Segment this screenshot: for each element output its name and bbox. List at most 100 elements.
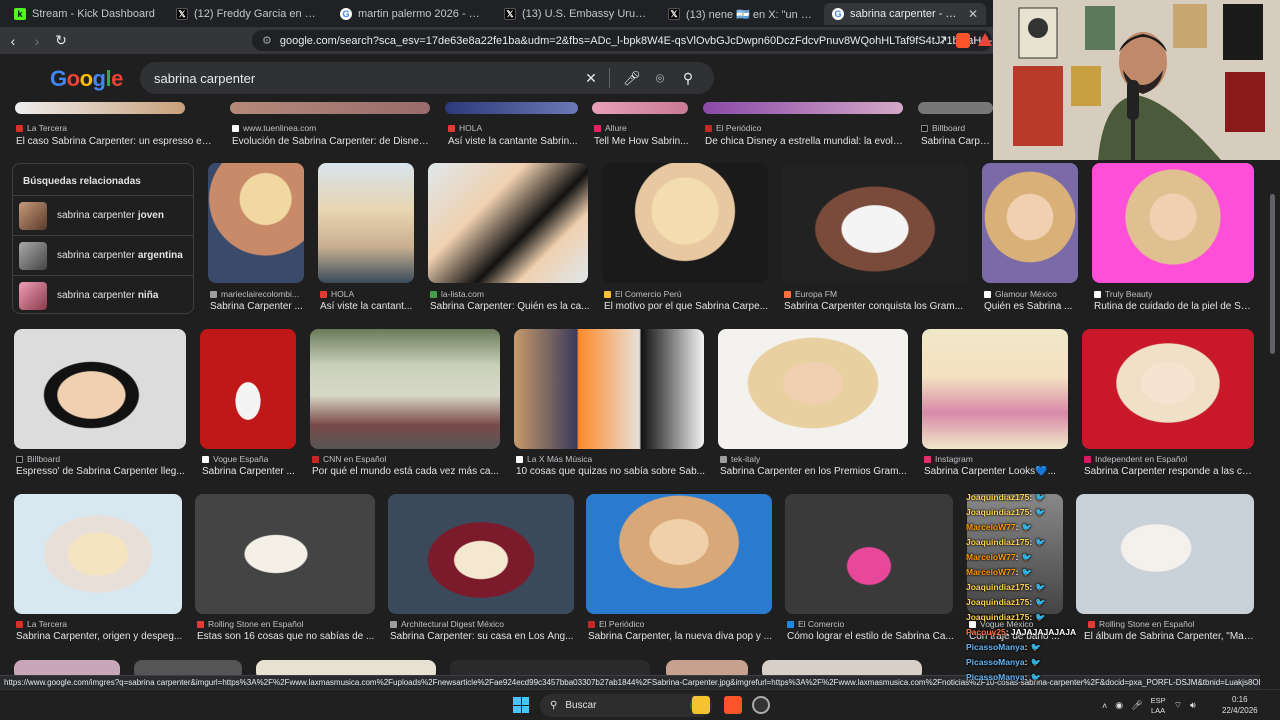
brave-rewards-icon[interactable] — [978, 33, 992, 46]
tab-kick-dashboard[interactable]: k Stream - Kick Dashboard — [6, 3, 164, 25]
result-thumbnail[interactable] — [428, 163, 588, 283]
related-thumbnail — [19, 201, 47, 230]
result-title[interactable]: Estas son 16 cosas que no sabías de ... — [197, 631, 377, 642]
windows-start-button[interactable] — [513, 697, 529, 713]
result-title[interactable]: Evolución de Sabrina Carpenter: de Disne… — [232, 136, 432, 147]
result-title[interactable]: Sabrina Carpenter: su casa en Los Áng... — [390, 631, 576, 642]
result-title[interactable]: Espresso' de Sabrina Carpenter lleg... — [16, 466, 186, 477]
network-icon[interactable]: ◉ — [1115, 700, 1123, 711]
result-thumbnail[interactable] — [208, 163, 304, 283]
result-title[interactable]: Quién es Sabrina ... — [984, 301, 1080, 312]
taskbar-clock[interactable]: 0:16 22/4/2026 — [1222, 694, 1258, 716]
volume-icon[interactable]: 🔊︎ — [1190, 700, 1196, 711]
result-thumbnail[interactable] — [14, 329, 186, 449]
result-thumbnail[interactable] — [785, 494, 953, 614]
result-title[interactable]: El álbum de Sabrina Carpenter, "Man"... — [1084, 631, 1254, 642]
result-thumbnail[interactable] — [703, 102, 903, 114]
language-indicator[interactable]: ESP LAA — [1151, 696, 1166, 716]
result-thumbnail[interactable] — [318, 163, 414, 283]
result-source: HOLA — [459, 123, 483, 133]
share-icon[interactable]: ↗ — [932, 30, 954, 52]
tab-label: sabrina carpenter - Buscar con G — [850, 8, 962, 20]
result-title[interactable]: 10 cosas que quizas no sabía sobre Sab..… — [516, 466, 706, 477]
kick-icon: k — [14, 8, 26, 20]
result-title[interactable]: Así viste la cantante Sabrin... — [448, 136, 580, 147]
result-title[interactable]: Por qué el mundo está cada vez más ca... — [312, 466, 502, 477]
result-thumbnail[interactable] — [310, 329, 500, 449]
reload-button[interactable]: ↻ — [50, 30, 72, 52]
related-item-joven[interactable]: sabrina carpenter joven — [13, 195, 193, 235]
search-input[interactable] — [154, 70, 575, 86]
url-bar[interactable]: ⚙ google.com/search?sca_esv=17de63e8a22f… — [252, 30, 992, 51]
result-thumbnail[interactable] — [1082, 329, 1254, 449]
result-title[interactable]: Tell Me How Sabrin... — [594, 136, 690, 147]
result-title[interactable]: Sabrina Carpenter, origen y despeg... — [16, 631, 184, 642]
result-thumbnail[interactable] — [918, 102, 993, 114]
microphone-icon[interactable]: 🎤︎ — [620, 66, 644, 90]
brave-shield-icon[interactable] — [956, 33, 970, 48]
tab-google-sabrina[interactable]: G sabrina carpenter - Buscar con G ✕ — [824, 3, 986, 25]
result-thumbnail[interactable] — [388, 494, 574, 614]
result-thumbnail[interactable] — [445, 102, 578, 114]
result-title[interactable]: Sabrina Carpenter ... — [202, 466, 298, 477]
result-source: El Periódico — [716, 123, 762, 133]
result-title[interactable]: Sabrina Carpenter conquista los Gram... — [784, 301, 970, 312]
chat-text: : — [1029, 597, 1033, 607]
result-thumbnail[interactable] — [15, 102, 185, 114]
clear-icon[interactable]: ✕ — [579, 66, 603, 90]
page-scrollbar[interactable] — [1270, 194, 1275, 354]
result-thumbnail[interactable] — [718, 329, 908, 449]
result-thumbnail[interactable] — [592, 102, 688, 114]
result-thumbnail[interactable] — [602, 163, 768, 283]
result-thumbnail[interactable] — [922, 329, 1068, 449]
mic-icon[interactable]: 🎤︎ — [1131, 700, 1142, 711]
result-title[interactable]: Sabrina Carpenter en los Premios Gram... — [720, 466, 910, 477]
result-title[interactable]: Sabrina Carpenter responde a las crí... — [1084, 466, 1254, 477]
source-favicon — [232, 124, 239, 132]
clock-time: 0:16 — [1232, 695, 1248, 704]
wifi-icon[interactable]: ⌔ — [1174, 700, 1182, 711]
result-title[interactable]: El caso Sabrina Carpenter: un espresso e… — [16, 136, 216, 147]
result-title[interactable]: Cómo lograr el estilo de Sabrina Ca... — [787, 631, 955, 642]
result-title[interactable]: El motivo por el que Sabrina Carpe... — [604, 301, 770, 312]
search-icon: ⚲ — [550, 700, 558, 711]
result-title[interactable]: Sabrina Carpenter, la nueva diva pop y .… — [588, 631, 774, 642]
result-thumbnail[interactable] — [200, 329, 296, 449]
lens-camera-icon[interactable]: ⌾ — [648, 66, 672, 90]
tab-google-palermo[interactable]: G martin palermo 2026 - Buscar con G — [332, 3, 492, 25]
file-explorer-icon[interactable] — [692, 696, 710, 714]
result-thumbnail[interactable] — [586, 494, 772, 614]
result-thumbnail[interactable] — [514, 329, 704, 449]
close-tab-icon[interactable]: ✕ — [968, 7, 978, 21]
related-item-argentina[interactable]: sabrina carpenter argentina — [13, 235, 193, 275]
google-logo[interactable]: Google — [50, 66, 123, 92]
forward-button[interactable]: › — [26, 30, 48, 52]
result-title[interactable]: Sabrina Carpenter Looks💙... — [924, 466, 1070, 477]
result-title[interactable]: Así viste la cantant... — [320, 301, 416, 312]
result-title[interactable]: Sabrina Carpente... — [921, 136, 993, 147]
chevron-up-icon[interactable]: ˄ — [1102, 701, 1107, 711]
result-title[interactable]: Sabrina Carpenter ... — [210, 301, 306, 312]
obs-icon[interactable] — [752, 696, 770, 714]
back-button[interactable]: ‹ — [2, 30, 24, 52]
result-thumbnail[interactable] — [195, 494, 375, 614]
chat-text: : — [1015, 522, 1019, 532]
result-thumbnail[interactable] — [1092, 163, 1254, 283]
site-info-icon[interactable]: ⚙ — [262, 34, 272, 47]
tab-x-embassy[interactable]: 𝕏 (13) U.S. Embassy Uruguay en X: "El — [496, 3, 656, 25]
related-item-nina[interactable]: sabrina carpenter niña — [13, 275, 193, 315]
result-title[interactable]: Sabrina Carpenter: Quién es la ca... — [430, 301, 590, 312]
tab-x-nene[interactable]: 𝕏 (13) nene 🇦🇷 en X: "un día de recupe — [660, 3, 820, 25]
tab-x-freddy[interactable]: 𝕏 (12) Freddy Garcia en X: "PEÑAROL R — [168, 3, 328, 25]
result-thumbnail[interactable] — [982, 163, 1078, 283]
taskbar-search[interactable]: ⚲ Buscar — [540, 694, 712, 717]
result-thumbnail[interactable] — [230, 102, 430, 114]
search-icon[interactable]: ⚲ — [676, 66, 700, 90]
result-title[interactable]: Rutina de cuidado de la piel de Sa... — [1094, 301, 1254, 312]
result-thumbnail[interactable] — [782, 163, 968, 283]
brave-browser-icon[interactable] — [724, 696, 742, 714]
related-searches-panel: Búsquedas relacionadas sabrina carpenter… — [12, 163, 194, 314]
result-thumbnail[interactable] — [1076, 494, 1254, 614]
result-title[interactable]: De chica Disney a estrella mundial: la e… — [705, 136, 905, 147]
result-thumbnail[interactable] — [14, 494, 182, 614]
